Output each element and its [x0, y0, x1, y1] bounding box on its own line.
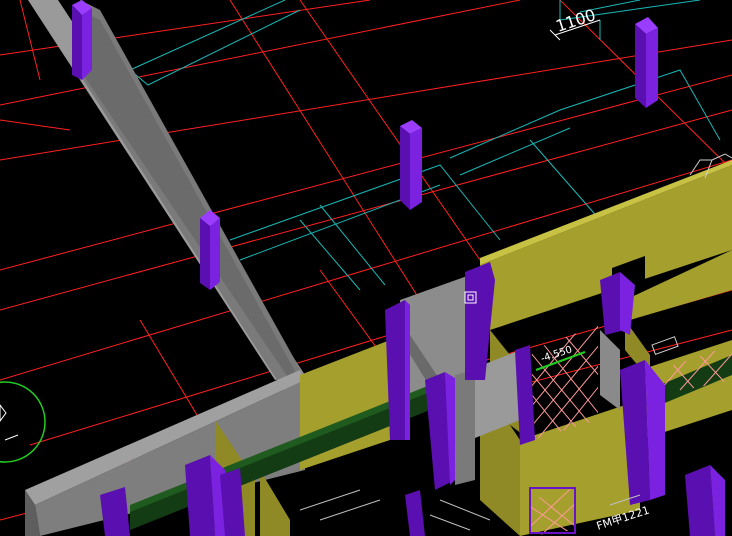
model-canvas[interactable]: -4.550 1100 FM甲1221: [0, 0, 732, 536]
column-2: [200, 210, 220, 290]
dimension-1100: 1100: [549, 5, 601, 41]
column-1: [72, 0, 92, 80]
axis-bubble: [0, 381, 46, 463]
cad-viewport[interactable]: -4.550 1100 FM甲1221: [0, 0, 732, 536]
column-4: [635, 17, 658, 108]
column-3: [400, 120, 422, 210]
